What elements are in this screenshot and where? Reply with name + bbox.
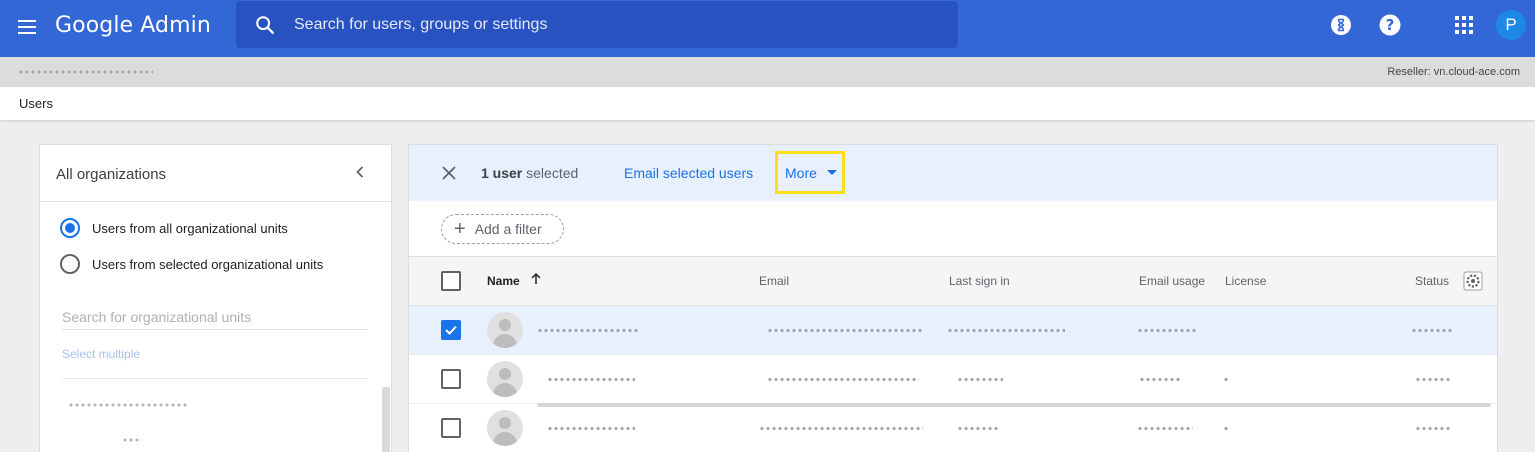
email-selected-users-button[interactable]: Email selected users: [624, 165, 753, 181]
radio-all-ous[interactable]: Users from all organizational units: [60, 218, 288, 238]
add-filter-button[interactable]: + Add a filter: [441, 214, 564, 244]
radio-button-checked[interactable]: [60, 218, 80, 238]
reseller-label: Reseller: vn.cloud-ace.com: [1387, 66, 1520, 78]
user-name-redacted[interactable]: [537, 327, 639, 334]
license-redacted: [1223, 425, 1229, 432]
status-redacted: [1415, 376, 1451, 383]
caret-down-icon: [826, 170, 837, 175]
last-sign-in-redacted: [957, 376, 1003, 383]
search-bar[interactable]: [236, 1, 958, 48]
selected-count: 1 user selected: [481, 165, 578, 181]
breadcrumb-users: Users: [19, 96, 53, 111]
table-row[interactable]: [409, 404, 1497, 452]
org-panel: All organizations Users from all organiz…: [39, 144, 392, 452]
gear-icon[interactable]: [1463, 271, 1483, 291]
select-multiple-link[interactable]: Select multiple: [62, 347, 140, 361]
radio-all-ous-label: Users from all organizational units: [92, 220, 288, 236]
search-icon: [256, 15, 274, 34]
users-panel: 1 user selected Email selected users Mor…: [408, 144, 1498, 452]
status-redacted: [1415, 425, 1451, 432]
more-button-label: More: [785, 164, 817, 181]
email-usage-redacted: [1137, 327, 1197, 334]
plus-icon: +: [454, 218, 466, 240]
user-avatar-icon: [487, 410, 523, 446]
user-name-redacted[interactable]: [547, 425, 635, 432]
search-input[interactable]: [294, 15, 894, 34]
column-header-last-sign-in[interactable]: Last sign in: [949, 274, 1010, 288]
selected-count-number: 1 user: [481, 165, 523, 181]
ou-search-input[interactable]: [62, 304, 368, 330]
more-button[interactable]: More: [775, 151, 845, 194]
chevron-left-icon[interactable]: [352, 164, 368, 180]
column-header-email-usage[interactable]: Email usage: [1139, 274, 1205, 288]
column-header-status[interactable]: Status: [1415, 274, 1449, 288]
customer-strip: Reseller: vn.cloud-ace.com: [0, 57, 1535, 87]
column-header-email[interactable]: Email: [759, 274, 789, 288]
org-panel-scrollbar[interactable]: [382, 387, 390, 452]
org-panel-header: All organizations: [40, 145, 391, 202]
selected-count-suffix: selected: [522, 165, 579, 181]
user-name-redacted[interactable]: [547, 376, 635, 383]
hourglass-icon[interactable]: [1329, 13, 1353, 37]
breadcrumb: Users: [0, 87, 1535, 120]
svg-text:?: ?: [1386, 16, 1395, 34]
user-email-redacted: [759, 425, 923, 432]
column-header-license[interactable]: License: [1225, 274, 1266, 288]
row-checkbox[interactable]: [441, 418, 461, 438]
app-bar: Google Admin ? P: [0, 0, 1535, 57]
radio-selected-ous[interactable]: Users from selected organizational units: [60, 254, 323, 274]
customer-name-redacted: [18, 69, 153, 75]
app-logo[interactable]: Google Admin: [55, 12, 211, 40]
radio-button-unchecked[interactable]: [60, 254, 80, 274]
status-redacted: [1411, 327, 1453, 334]
select-all-checkbox[interactable]: [441, 271, 461, 291]
filter-row: + Add a filter: [409, 201, 1497, 257]
table-row[interactable]: [409, 306, 1497, 355]
user-avatar-icon: [487, 361, 523, 397]
ou-item-redacted[interactable]: [68, 402, 188, 408]
user-email-redacted: [767, 376, 919, 383]
row-checkbox[interactable]: [441, 369, 461, 389]
arrow-up-icon[interactable]: [529, 272, 543, 286]
row-checkbox-checked[interactable]: [441, 320, 461, 340]
add-filter-label: Add a filter: [474, 221, 542, 237]
close-icon[interactable]: [441, 165, 457, 181]
column-header-name[interactable]: Name: [487, 274, 520, 288]
divider: [62, 378, 368, 379]
apps-grid-icon[interactable]: [1452, 13, 1476, 37]
table-header: Name Email Last sign in Email usage Lice…: [409, 257, 1497, 306]
license-redacted: [1223, 376, 1229, 383]
menu-icon[interactable]: [14, 16, 40, 40]
email-usage-redacted: [1139, 376, 1181, 383]
last-sign-in-redacted: [947, 327, 1065, 334]
org-panel-title: All organizations: [56, 166, 167, 183]
ou-item-redacted[interactable]: [122, 437, 142, 443]
table-row[interactable]: [409, 355, 1497, 404]
help-icon[interactable]: ?: [1378, 13, 1402, 37]
user-avatar-icon: [487, 312, 523, 348]
email-usage-redacted: [1137, 425, 1193, 432]
account-avatar[interactable]: P: [1496, 10, 1526, 40]
radio-selected-ous-label: Users from selected organizational units: [92, 256, 324, 272]
user-email-redacted: [767, 327, 923, 334]
selection-bar: 1 user selected Email selected users Mor…: [409, 145, 1497, 201]
last-sign-in-redacted: [957, 425, 999, 432]
